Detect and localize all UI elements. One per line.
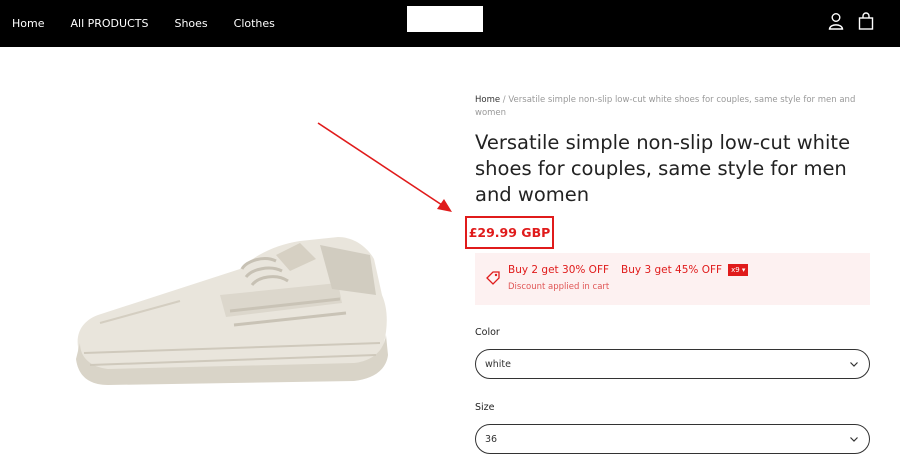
size-label: Size — [475, 402, 495, 413]
color-select-value: white — [485, 359, 511, 370]
promo-offer-1[interactable]: Buy 2 get 30% OFF — [508, 264, 609, 276]
size-select[interactable]: 36 — [475, 424, 870, 454]
color-select[interactable]: white — [475, 349, 870, 379]
price-tag-icon — [486, 271, 500, 285]
promo-offers: Buy 2 get 30% OFF Buy 3 get 45% OFF x9 ▾ — [508, 264, 749, 276]
breadcrumb: Home / Versatile simple non-slip low-cut… — [475, 94, 870, 120]
color-label: Color — [475, 327, 500, 338]
product-image[interactable] — [70, 225, 390, 385]
product-title: Versatile simple non-slip low-cut white … — [475, 131, 851, 206]
shoe-illustration — [76, 237, 388, 385]
promo-banner: Buy 2 get 30% OFF Buy 3 get 45% OFF x9 ▾… — [475, 253, 870, 305]
product-price: £29.99 GBP — [465, 216, 554, 249]
chevron-down-icon — [850, 437, 858, 442]
breadcrumb-current: Versatile simple non-slip low-cut white … — [475, 95, 856, 118]
promo-badge-text: x9 — [731, 266, 740, 274]
size-select-value: 36 — [485, 434, 498, 445]
caret-down-icon: ▾ — [741, 266, 746, 274]
promo-more-badge[interactable]: x9 ▾ — [728, 264, 749, 276]
promo-note: Discount applied in cart — [508, 282, 610, 292]
chevron-down-icon — [850, 362, 858, 367]
breadcrumb-home[interactable]: Home — [475, 95, 500, 105]
promo-offer-2[interactable]: Buy 3 get 45% OFF — [621, 264, 722, 276]
